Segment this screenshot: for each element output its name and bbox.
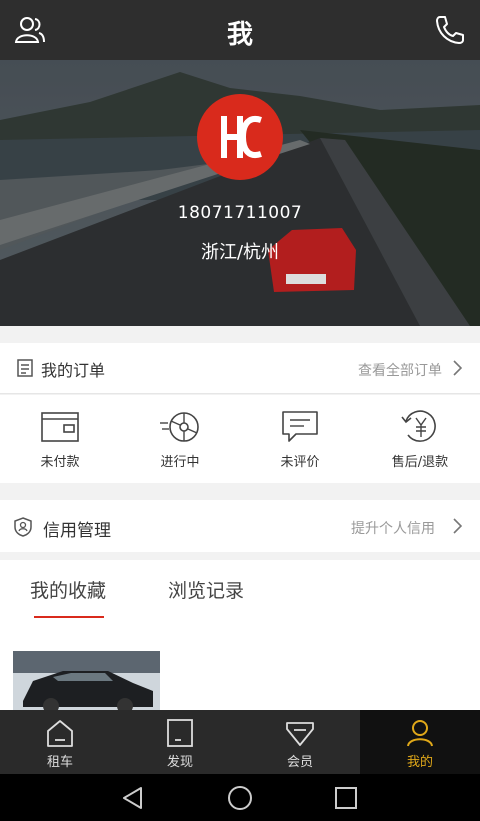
home-circle-icon[interactable] (227, 785, 253, 811)
orders-title: 我的订单 (41, 361, 106, 380)
system-nav-bar (0, 774, 480, 821)
nav-rent-car-label: 租车 (46, 755, 73, 770)
comment-icon (282, 411, 318, 442)
yen-refund-icon (401, 410, 436, 442)
credit-title: 信用管理 (43, 521, 111, 541)
favorite-car-thumbnail[interactable] (13, 651, 160, 710)
orders-header[interactable]: 我的订单 查看全部订单 (0, 343, 480, 394)
order-status-grid: 未付款 进行中 未评价 售后/退款 (0, 395, 480, 483)
diamond-icon (286, 722, 314, 746)
discover-icon (167, 719, 193, 747)
tab-favorites[interactable]: 我的收藏 (30, 576, 106, 603)
chevron-right-icon (453, 360, 462, 376)
order-in-progress[interactable]: 进行中 (120, 395, 240, 483)
order-unpaid-label: 未付款 (40, 455, 80, 470)
nav-member[interactable]: 会员 (240, 710, 360, 774)
nav-mine[interactable]: 我的 (360, 710, 480, 774)
nav-member-label: 会员 (286, 755, 313, 770)
order-refund[interactable]: 售后/退款 (360, 395, 480, 483)
nav-discover-label: 发现 (166, 755, 193, 770)
active-tab-indicator (34, 616, 104, 618)
order-list-icon (17, 359, 33, 377)
user-location: 浙江/杭州 (200, 242, 280, 263)
chevron-right-icon (453, 518, 462, 534)
wallet-icon (41, 412, 79, 442)
recent-apps-icon[interactable] (334, 786, 358, 810)
shield-icon (14, 517, 32, 537)
profile-banner: 18071711007 浙江/杭州 (0, 60, 480, 326)
nav-mine-label: 我的 (406, 755, 433, 770)
bottom-nav: 租车 发现 会员 我的 (0, 710, 480, 774)
credit-row[interactable]: 信用管理 提升个人信用 (0, 500, 480, 552)
brand-logo-icon (197, 94, 283, 180)
page-title: 我 (226, 20, 253, 50)
tab-history[interactable]: 浏览记录 (168, 576, 244, 603)
order-refund-label: 售后/退款 (391, 455, 449, 470)
person-icon (407, 720, 433, 747)
improve-credit-link[interactable]: 提升个人信用 (351, 518, 435, 538)
order-to-review-label: 未评价 (280, 455, 320, 470)
view-all-orders-link[interactable]: 查看全部订单 (358, 360, 442, 380)
phone-icon[interactable] (434, 14, 466, 46)
top-bar: 我 (0, 0, 480, 60)
home-icon (47, 720, 73, 747)
collection-section: 我的收藏 浏览记录 (0, 560, 480, 710)
user-phone: 18071711007 (177, 203, 303, 223)
nav-rent-car[interactable]: 租车 (0, 710, 120, 774)
order-to-review[interactable]: 未评价 (240, 395, 360, 483)
nav-discover[interactable]: 发现 (120, 710, 240, 774)
order-unpaid[interactable]: 未付款 (0, 395, 120, 483)
back-icon[interactable] (120, 785, 146, 811)
wheel-icon (160, 412, 199, 442)
order-in-progress-label: 进行中 (160, 455, 200, 470)
